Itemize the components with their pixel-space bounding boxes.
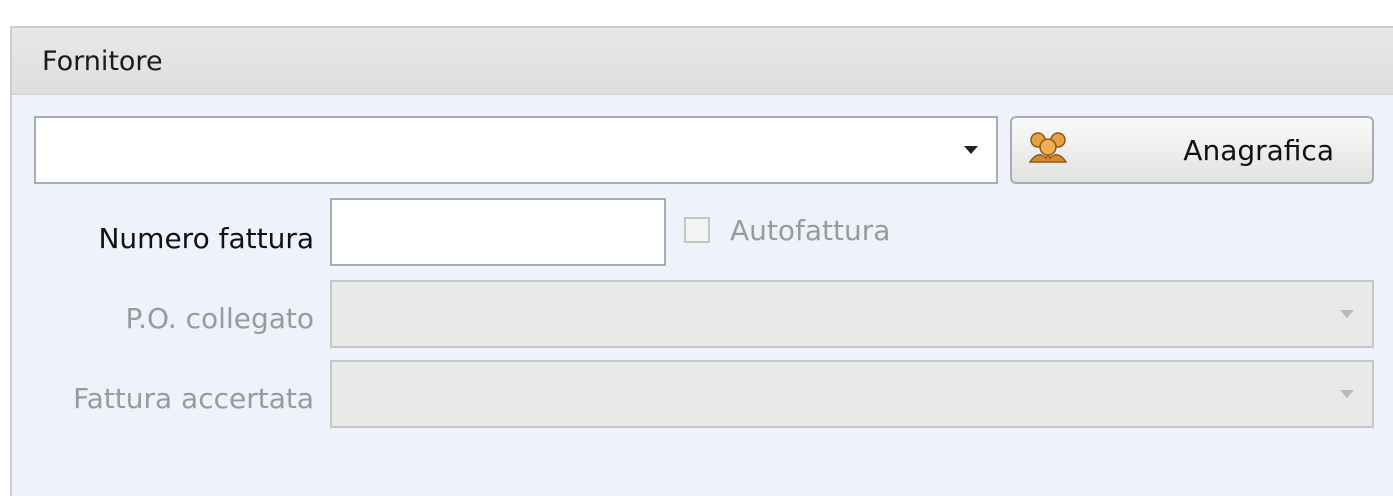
invoice-number-label: Numero fattura (98, 222, 314, 255)
invoice-number-input[interactable] (330, 198, 666, 266)
verified-invoice-combo[interactable] (330, 360, 1374, 428)
chevron-down-icon[interactable] (964, 146, 978, 154)
anagrafica-button-label: Anagrafica (1183, 134, 1334, 167)
verified-invoice-label: Fattura accertata (73, 382, 314, 415)
po-label: P.O. collegato (125, 302, 314, 335)
users-group-icon (1028, 132, 1068, 163)
chevron-down-icon[interactable] (1340, 390, 1354, 398)
self-invoice-checkbox[interactable] (684, 217, 710, 243)
chevron-down-icon[interactable] (1340, 310, 1354, 318)
supplier-panel: Fornitore Anagrafica Numero fattura Auto… (10, 26, 1393, 496)
anagrafica-button[interactable]: Anagrafica (1010, 116, 1374, 184)
panel-title: Fornitore (42, 46, 163, 77)
self-invoice-label: Autofattura (730, 214, 891, 247)
po-combo[interactable] (330, 280, 1374, 348)
panel-header: Fornitore (12, 28, 1393, 95)
supplier-combo[interactable] (34, 116, 998, 184)
